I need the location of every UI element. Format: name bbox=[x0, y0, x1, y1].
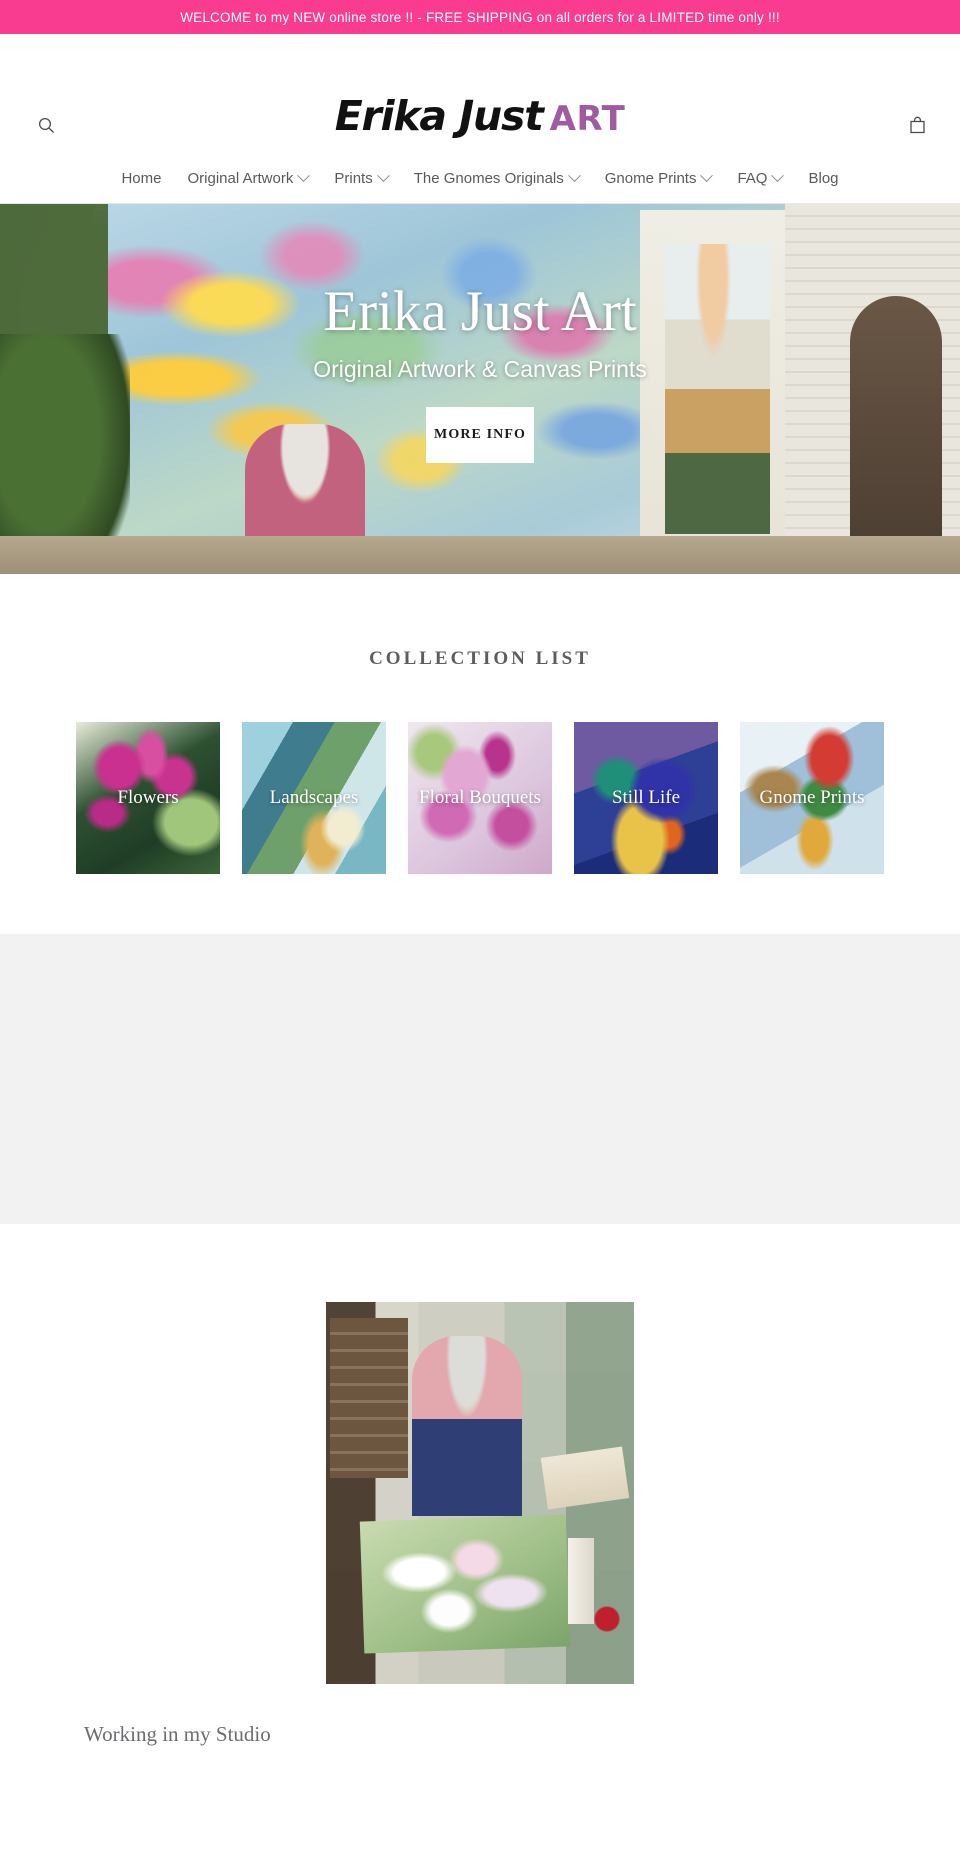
site-logo[interactable]: Erika Just ART bbox=[0, 92, 960, 140]
announcement-bar: WELCOME to my NEW online store !! - FREE… bbox=[0, 0, 960, 34]
chevron-down-icon bbox=[376, 169, 390, 183]
cart-button[interactable] bbox=[904, 112, 930, 138]
studio-photo bbox=[326, 1302, 634, 1684]
nav-item-faq[interactable]: FAQ bbox=[724, 169, 795, 187]
collection-label: Still Life bbox=[611, 787, 681, 809]
hero-content: Erika Just Art Original Artwork & Canvas… bbox=[0, 204, 960, 574]
chevron-down-icon bbox=[771, 169, 785, 183]
header-top-row: Erika Just ART bbox=[0, 34, 960, 144]
collection-card-flowers[interactable]: Flowers bbox=[76, 722, 220, 874]
nav-label: Prints bbox=[334, 170, 373, 187]
nav-label: Original Artwork bbox=[187, 170, 294, 187]
hero-banner: Erika Just Art Original Artwork & Canvas… bbox=[0, 204, 960, 574]
collection-card-still-life[interactable]: Still Life bbox=[574, 722, 718, 874]
nav-item-home[interactable]: Home bbox=[108, 170, 174, 187]
nav-item-prints[interactable]: Prints bbox=[321, 169, 400, 187]
studio-caption: Working in my Studio bbox=[84, 1722, 271, 1746]
studio-photo-canvas bbox=[359, 1514, 571, 1654]
more-info-button[interactable]: MORE INFO bbox=[426, 406, 534, 463]
hero-title: Erika Just Art bbox=[323, 280, 637, 343]
studio-photo-red-flower bbox=[590, 1602, 624, 1636]
empty-content-band bbox=[0, 934, 960, 1224]
nav-item-gnome-prints[interactable]: Gnome Prints bbox=[592, 169, 725, 187]
studio-photo-artist bbox=[412, 1336, 522, 1516]
nav-label: Home bbox=[121, 170, 162, 187]
collection-card-floral-bouquets[interactable]: Floral Bouquets bbox=[408, 722, 552, 874]
collection-label: Flowers bbox=[117, 787, 179, 809]
nav-item-the-gnomes-originals[interactable]: The Gnomes Originals bbox=[401, 169, 592, 187]
hero-subtitle: Original Artwork & Canvas Prints bbox=[313, 355, 647, 382]
nav-label: The Gnomes Originals bbox=[413, 170, 564, 187]
nav-label: Blog bbox=[808, 170, 839, 187]
chevron-down-icon bbox=[297, 169, 311, 183]
studio-photo-shelf bbox=[330, 1318, 408, 1478]
studio-photo-wrapper bbox=[0, 1302, 960, 1684]
collection-list-section: COLLECTION LIST Flowers Landscapes Flora… bbox=[0, 574, 960, 934]
collection-label: Landscapes bbox=[269, 787, 359, 809]
nav-item-original-artwork[interactable]: Original Artwork bbox=[174, 169, 321, 187]
collection-card-gnome-prints[interactable]: Gnome Prints bbox=[740, 722, 884, 874]
nav-label: FAQ bbox=[737, 170, 768, 187]
collection-grid: Flowers Landscapes Floral Bouquets Still… bbox=[0, 722, 960, 874]
site-header: Erika Just ART Home Original Artwork Prin… bbox=[0, 34, 960, 204]
studio-section: Working in my Studio bbox=[0, 1224, 960, 1747]
chevron-down-icon bbox=[567, 169, 581, 183]
nav-label: Gnome Prints bbox=[604, 170, 697, 187]
collection-label: Floral Bouquets bbox=[419, 787, 541, 809]
announcement-text: WELCOME to my NEW online store !! - FREE… bbox=[180, 9, 780, 25]
collection-list-title: COLLECTION LIST bbox=[369, 648, 591, 669]
logo-name-text: Erika Just bbox=[334, 92, 544, 140]
logo-art-text: ART bbox=[549, 99, 626, 139]
shopping-bag-icon bbox=[909, 116, 925, 134]
chevron-down-icon bbox=[700, 169, 714, 183]
collection-label: Gnome Prints bbox=[759, 787, 865, 809]
collection-card-landscapes[interactable]: Landscapes bbox=[242, 722, 386, 874]
nav-item-blog[interactable]: Blog bbox=[795, 170, 851, 187]
main-navigation: Home Original Artwork Prints The Gnomes … bbox=[0, 169, 960, 187]
